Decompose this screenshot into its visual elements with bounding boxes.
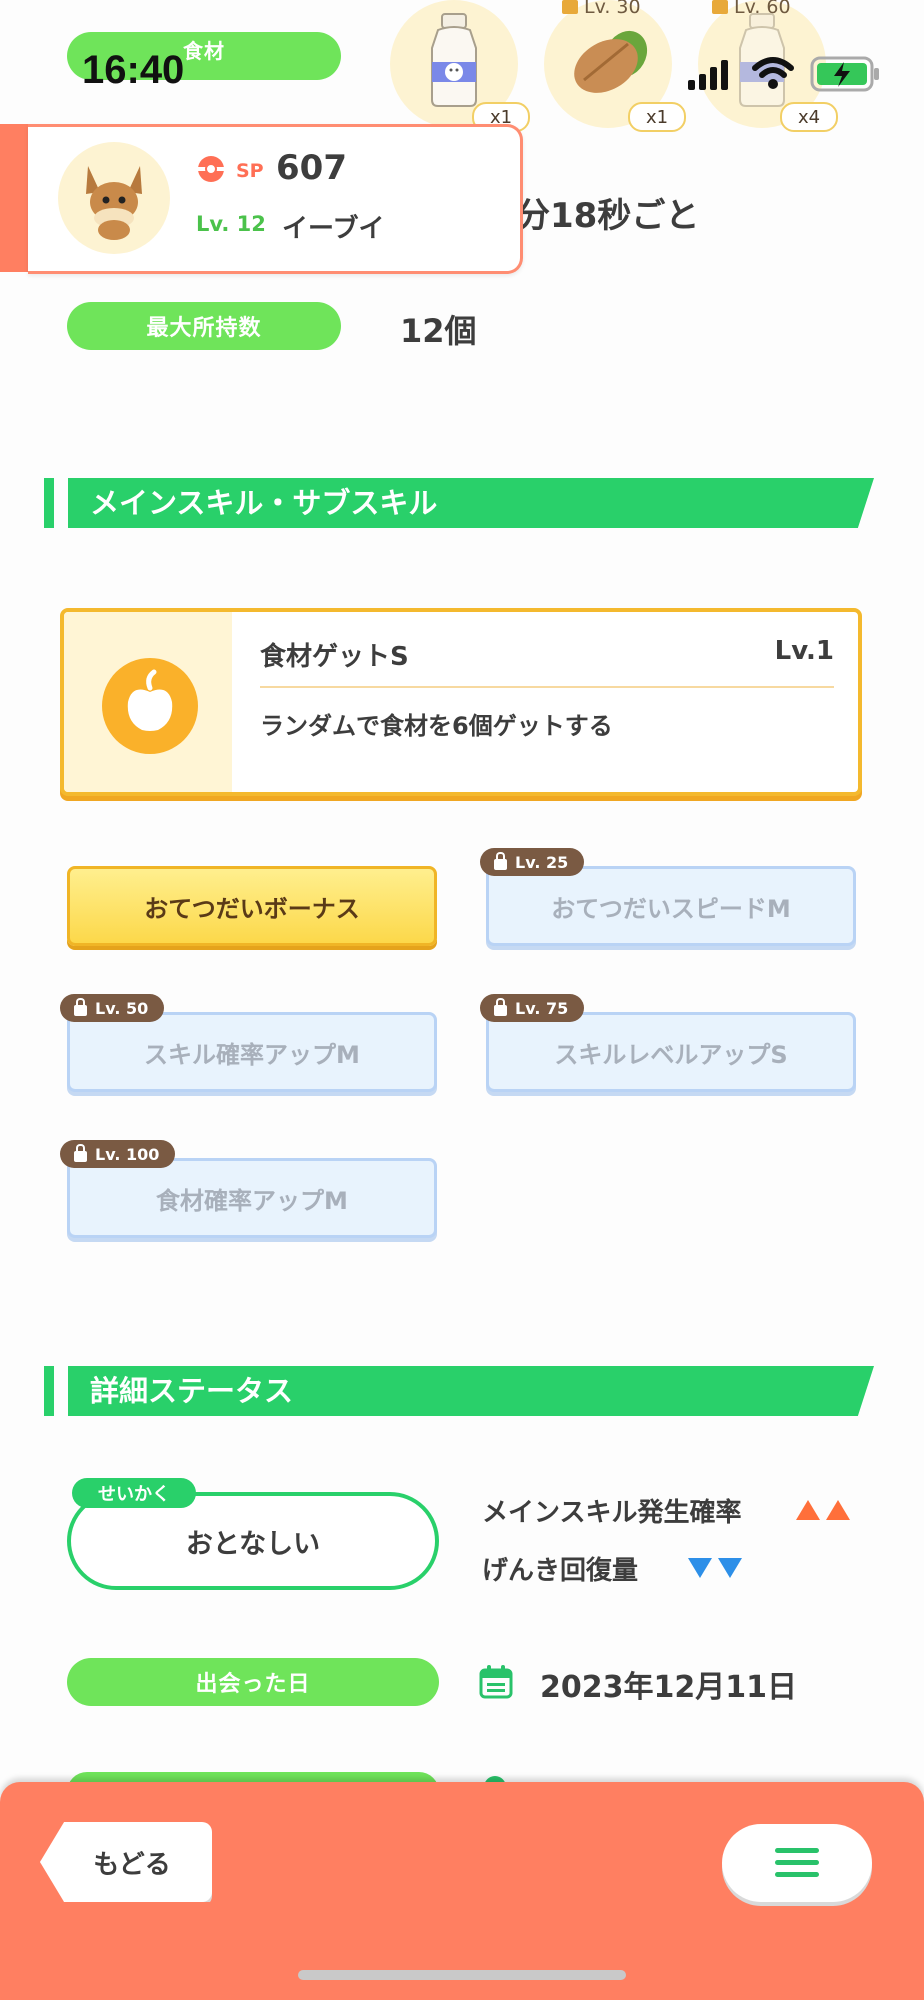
bottom-bar: もどる <box>0 1782 924 2000</box>
ingredient-milk-1[interactable]: x1 <box>390 0 530 132</box>
subskill-helping-bonus[interactable]: おてつだいボーナス <box>67 866 437 946</box>
ingredient-count: x1 <box>628 102 686 132</box>
ingredient-lock-level: Lv. 30 <box>562 0 641 18</box>
subskill-helping-speed-m[interactable]: おてつだいスピードM <box>486 866 856 946</box>
battery-charging-icon <box>810 56 879 92</box>
eevee-icon <box>86 166 142 240</box>
hamburger-menu-icon <box>775 1848 819 1877</box>
pokemon-level: Lv. 12 <box>196 212 266 236</box>
pokemon-name: イーブイ <box>282 214 385 244</box>
decrease-arrows-icon <box>688 1558 742 1578</box>
details-section-header: 詳細ステータス <box>44 1366 874 1416</box>
main-skill-level: Lv.1 <box>774 636 834 666</box>
sp-label: SP <box>236 160 264 182</box>
signal-icon <box>688 60 728 90</box>
home-indicator <box>298 1970 626 1980</box>
subskill-skill-level-up-s[interactable]: スキルレベルアップS <box>486 1012 856 1092</box>
lock-icon <box>494 997 507 1016</box>
max-carry-value: 12個 <box>400 312 477 350</box>
subskill-lock-badge: Lv. 100 <box>60 1140 176 1168</box>
pokemon-avatar <box>58 142 170 254</box>
back-button[interactable]: もどる <box>40 1822 212 1902</box>
status-time: 16:40 <box>82 48 185 92</box>
ingredient-count: x4 <box>780 102 838 132</box>
main-skill-icon-circle <box>102 658 198 754</box>
pokemon-card[interactable]: SP 607 Lv. 12 イーブイ <box>0 124 524 274</box>
calendar-icon <box>479 1665 513 1699</box>
details-section-title: 詳細ステータス <box>90 1374 294 1408</box>
wifi-icon <box>752 57 794 89</box>
main-skill-card[interactable]: 食材ゲットS Lv.1 ランダムで食材を6個ゲットする <box>60 608 862 796</box>
apple-icon <box>127 669 173 731</box>
max-carry-label: 最大所持数 <box>67 302 341 350</box>
lock-icon <box>562 0 578 14</box>
nature-tag: せいかく <box>72 1478 196 1508</box>
ingredient-cacao[interactable]: Lv. 30 x1 <box>544 0 686 132</box>
main-skill-divider <box>260 686 834 688</box>
subskill-lock-badge: Lv. 25 <box>480 848 585 876</box>
ingredient-interval-text: 分18秒ごと <box>516 196 700 236</box>
main-skill-description: ランダムで食材を6個ゲットする <box>260 712 613 740</box>
menu-button[interactable] <box>722 1824 872 1902</box>
nature-up-text: メインスキル発生確率 <box>482 1498 742 1528</box>
nature-value: おとなしい <box>185 1528 321 1560</box>
milk-icon <box>431 13 477 107</box>
lock-icon <box>74 997 87 1016</box>
met-date-label: 出会った日 <box>67 1658 439 1706</box>
main-skill-name: 食材ゲットS <box>260 642 409 672</box>
subskill-ingredient-finder-m[interactable]: 食材確率アップM <box>67 1158 437 1238</box>
increase-arrows-icon <box>796 1500 850 1520</box>
skills-section-title: メインスキル・サブスキル <box>90 486 438 520</box>
nature-down-text: げんき回復量 <box>482 1556 639 1586</box>
sp-icon <box>198 156 224 182</box>
skills-section-header: メインスキル・サブスキル <box>44 478 874 528</box>
subskill-skill-trigger-m[interactable]: スキル確率アップM <box>67 1012 437 1092</box>
met-date-value: 2023年12月11日 <box>540 1670 797 1705</box>
lock-icon <box>74 1143 87 1162</box>
lock-icon <box>494 851 507 870</box>
subskill-lock-badge: Lv. 75 <box>480 994 585 1022</box>
subskill-lock-badge: Lv. 50 <box>60 994 165 1022</box>
cacao-icon <box>574 30 648 93</box>
back-button-label: もどる <box>93 1849 171 1880</box>
lock-icon <box>712 0 728 14</box>
sp-value: 607 <box>276 148 347 188</box>
